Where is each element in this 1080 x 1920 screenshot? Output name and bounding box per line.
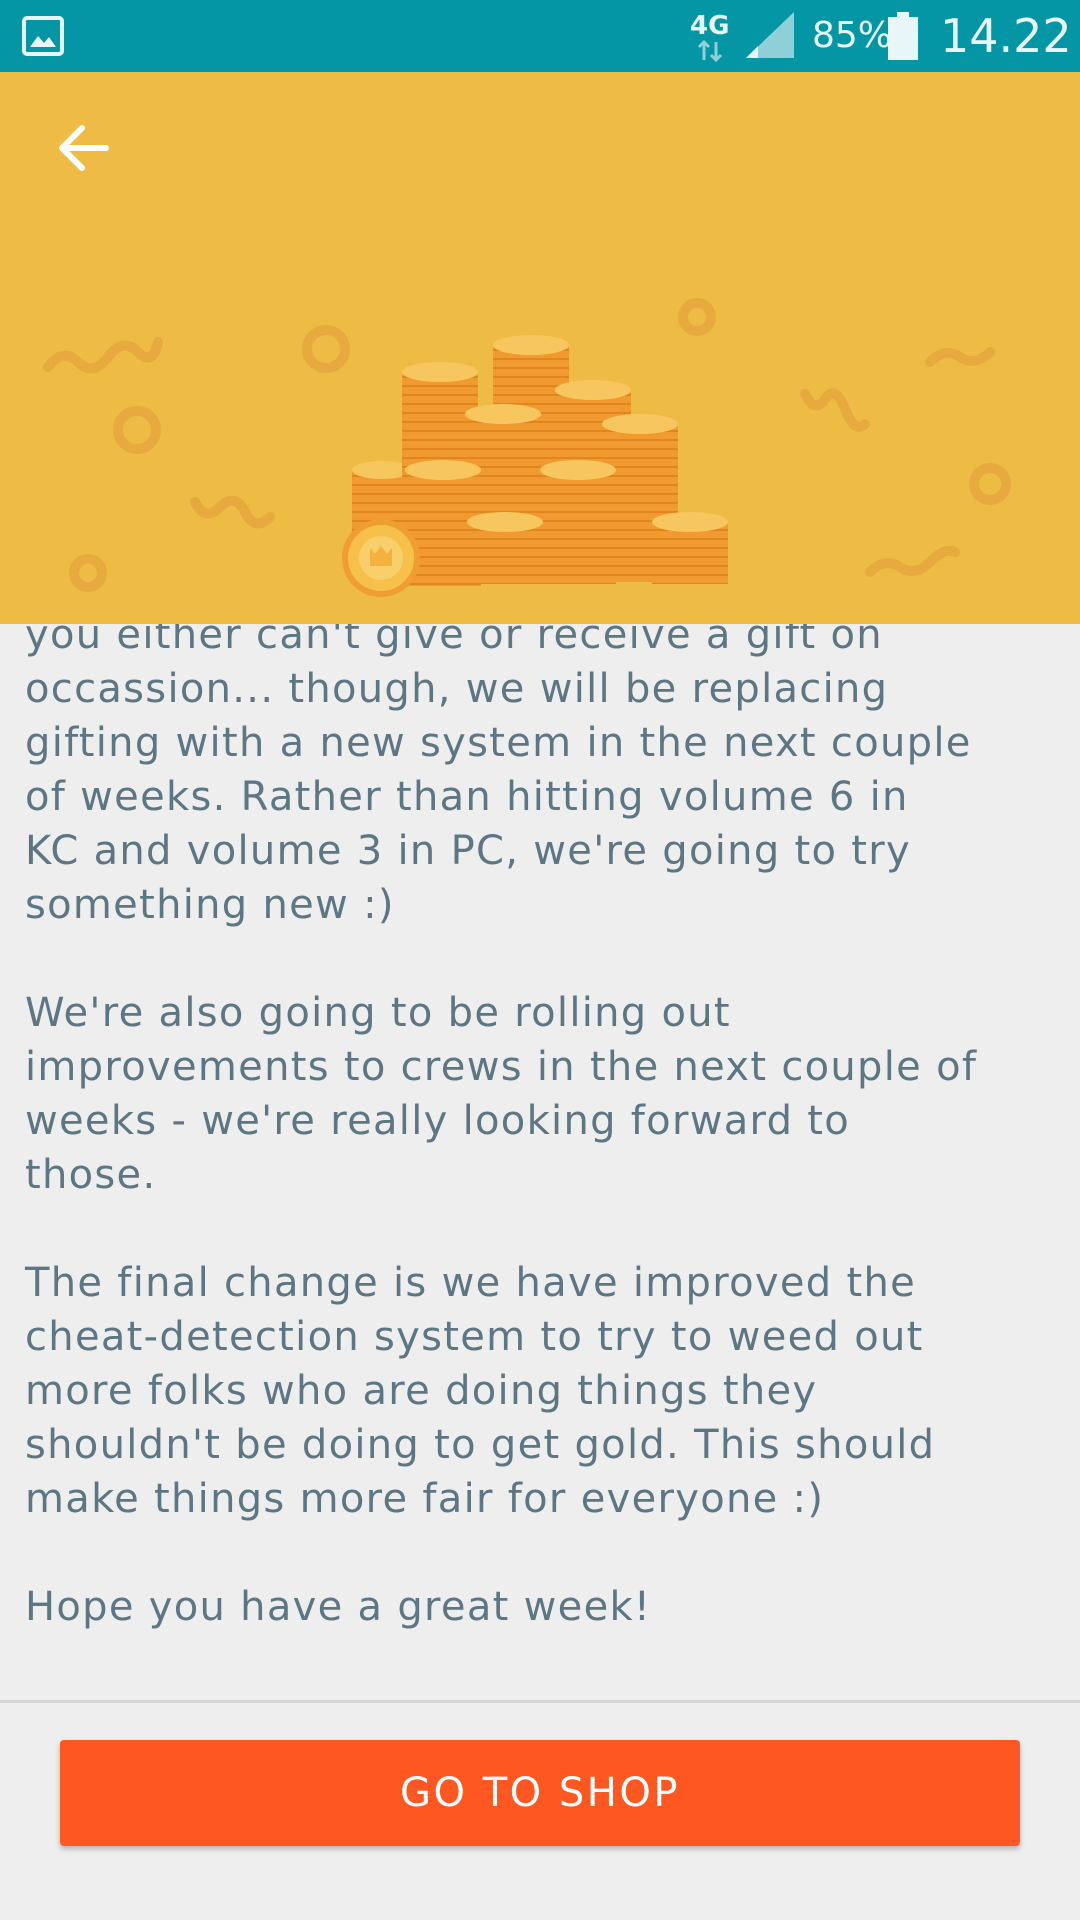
go-to-shop-button[interactable]: GO TO SHOP bbox=[60, 1740, 1020, 1846]
gallery-icon bbox=[22, 16, 64, 56]
status-bar: 4G 85% 14.22 bbox=[0, 0, 1080, 72]
svg-text:4G: 4G bbox=[690, 11, 729, 41]
article-content: you either can't give or receive a gift … bbox=[0, 624, 1080, 1700]
gold-coins-illustration bbox=[43, 298, 1011, 597]
battery-icon bbox=[888, 12, 918, 60]
back-arrow-icon[interactable] bbox=[50, 114, 118, 182]
footer: GO TO SHOP bbox=[0, 1703, 1080, 1920]
battery-percentage: 85% bbox=[812, 15, 893, 56]
coin-stacks bbox=[342, 335, 728, 597]
header-banner bbox=[0, 72, 1080, 624]
network-icon: 4G bbox=[690, 11, 729, 63]
article-body: you either can't give or receive a gift … bbox=[25, 624, 978, 1630]
clock: 14.22 bbox=[940, 9, 1072, 63]
